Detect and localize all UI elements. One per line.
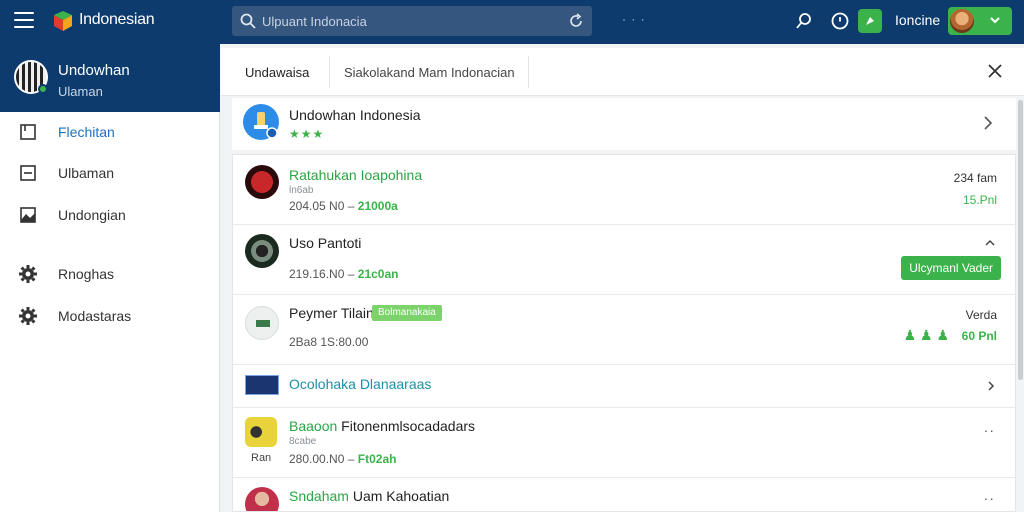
item-thumbnail (245, 234, 279, 268)
item-dash: – (347, 452, 355, 466)
tab-divider (329, 56, 330, 88)
chevron-down-icon (990, 17, 1000, 24)
item-title: Ratahukan Ioapohina (289, 167, 423, 183)
list-item[interactable]: Ratahukan Ioapohina ln6ab 204.05 N0 – 21… (233, 155, 1015, 225)
item-list: Ratahukan Ioapohina ln6ab 204.05 N0 – 21… (232, 154, 1016, 512)
sidebar-item-label: Rnoghas (58, 266, 115, 282)
item-accent: 21000a (357, 199, 398, 213)
sidebar-item-flechitan[interactable]: Flechitan (0, 112, 220, 152)
item-thumbnail (245, 375, 279, 395)
user-avatar (950, 9, 974, 33)
featured-title: Undowhan Indonesia (289, 107, 421, 123)
item-date: 219.16.N0 (289, 267, 345, 281)
vertical-scrollbar[interactable] (1018, 100, 1023, 380)
sidebar-item-modastaras[interactable]: Modastaras (0, 296, 220, 336)
search-icon[interactable] (240, 13, 256, 29)
sidebar-item-label: Undongian (58, 207, 126, 223)
search-small-icon[interactable] (794, 11, 814, 31)
item-dash: – (347, 199, 355, 213)
tab-undawaisa[interactable]: Undawaisa (245, 48, 309, 96)
app-logo-icon (54, 11, 72, 31)
app-badge-button[interactable] (858, 9, 882, 33)
online-status-dot (38, 84, 48, 94)
action-button[interactable]: Ulcymanl Vader (901, 256, 1001, 280)
item-title: Uso Pantoti (289, 235, 362, 251)
item-right-value: 15.Pnl (962, 193, 997, 207)
close-icon[interactable] (986, 62, 1004, 80)
item-meta: 219.16.N0 – 21c0an (289, 267, 398, 281)
item-title: Peymer Tilain (289, 305, 374, 321)
app-title: Indonesian (79, 11, 155, 28)
item-date: 280.00.N0 (289, 452, 345, 466)
list-item[interactable]: Sndaham Uam Kahoatian ·· (233, 478, 1015, 511)
sidebar-item-rnoghas[interactable]: Rnoghas (0, 254, 220, 294)
featured-app-icon (243, 104, 279, 140)
list-item[interactable]: Ran Baaoon Fitonenmlsocadadars 8cabe 280… (233, 408, 1015, 478)
item-dash: – (347, 267, 355, 281)
item-subtitle: 8cabe (289, 436, 317, 447)
image-icon (20, 207, 36, 223)
sidebar-item-undongian[interactable]: Undongian (0, 195, 220, 235)
tab-bar: Undawaisa Siakolakand Mam Indonacian (221, 48, 1024, 96)
item-accent: Ft02ah (357, 452, 397, 466)
chevron-up-icon[interactable] (985, 239, 995, 247)
list-item[interactable]: Uso Pantoti 219.16.N0 – 21c0an Ulcymanl … (233, 225, 1015, 295)
top-bar: Indonesian · · · Ioncine (0, 0, 1024, 44)
item-date: 2Ba8 1S:80.00 (289, 335, 369, 349)
item-date: 204.05 N0 (289, 199, 345, 213)
item-meta: 280.00.N0 – Ft02ah (289, 452, 396, 466)
sidebar-item-label: Flechitan (58, 124, 115, 140)
list-item[interactable]: Ocolohaka Dlanaaraas (233, 365, 1015, 408)
more-options-icon[interactable]: ·· (984, 490, 995, 506)
tab-divider (528, 56, 529, 88)
item-thumbnail (245, 487, 279, 511)
item-title: Ocolohaka Dlanaaraas (289, 376, 432, 392)
item-title: Sndaham Uam Kahoatian (289, 488, 450, 504)
chevron-right-icon[interactable] (987, 380, 995, 392)
more-dots[interactable]: · · · (622, 12, 646, 26)
item-right-label: Verda (965, 308, 997, 322)
item-accent: 21c0an (357, 267, 399, 281)
item-thumbnail (245, 165, 279, 199)
refresh-icon[interactable] (568, 13, 584, 29)
sidebar: Undowhan Ulaman Flechitan Ulbaman Undong… (0, 44, 220, 512)
featured-item[interactable]: Undowhan Indonesia ★★★ (232, 98, 1016, 150)
list-item[interactable]: Peymer Tilain Bolmanakaia 2Ba8 1S:80.00 … (233, 295, 1015, 365)
rating-stars: ★★★ (289, 127, 325, 141)
item-right-value: 60 Pnl (961, 329, 997, 343)
logo-icon (256, 320, 270, 327)
search-bar (232, 6, 592, 36)
item-title: Baaoon Fitonenmlsocadadars (289, 418, 476, 434)
hamburger-menu-icon[interactable] (14, 12, 34, 28)
bookmark-icon (20, 124, 36, 140)
minus-square-icon (20, 165, 36, 181)
profile-avatar (14, 60, 48, 94)
profile-name: Undowhan (58, 62, 130, 79)
gear-icon (19, 307, 37, 325)
clock-icon[interactable] (830, 11, 850, 31)
item-thumbnail (245, 306, 279, 340)
more-options-icon[interactable]: ·· (984, 422, 995, 438)
user-menu-button[interactable] (948, 7, 1012, 35)
item-meta: 204.05 N0 – 21000a (289, 199, 398, 213)
item-subtitle: ln6ab (289, 185, 314, 196)
item-thumbnail-label: Ran (251, 452, 272, 464)
sidebar-item-label: Ulbaman (58, 165, 115, 181)
phone-icon (866, 17, 874, 25)
gear-icon (19, 265, 37, 283)
status-badge: Bolmanakaia (372, 305, 442, 321)
item-thumbnail (245, 417, 277, 447)
user-name[interactable]: Ioncine (895, 12, 940, 28)
sidebar-item-ulbaman[interactable]: Ulbaman (0, 153, 220, 193)
item-meta: 2Ba8 1S:80.00 (289, 335, 368, 349)
signal-icons: ♟ ♟ ♟ (903, 327, 949, 343)
sidebar-item-label: Modastaras (58, 308, 132, 324)
profile-card[interactable]: Undowhan Ulaman (0, 44, 220, 112)
profile-subtitle: Ulaman (58, 84, 103, 99)
brush-icon (254, 112, 278, 139)
item-right-label: 234 fam (953, 171, 997, 185)
search-input[interactable] (262, 11, 562, 31)
chevron-right-icon[interactable] (982, 114, 994, 132)
tab-siakolakand[interactable]: Siakolakand Mam Indonacian (344, 48, 515, 96)
